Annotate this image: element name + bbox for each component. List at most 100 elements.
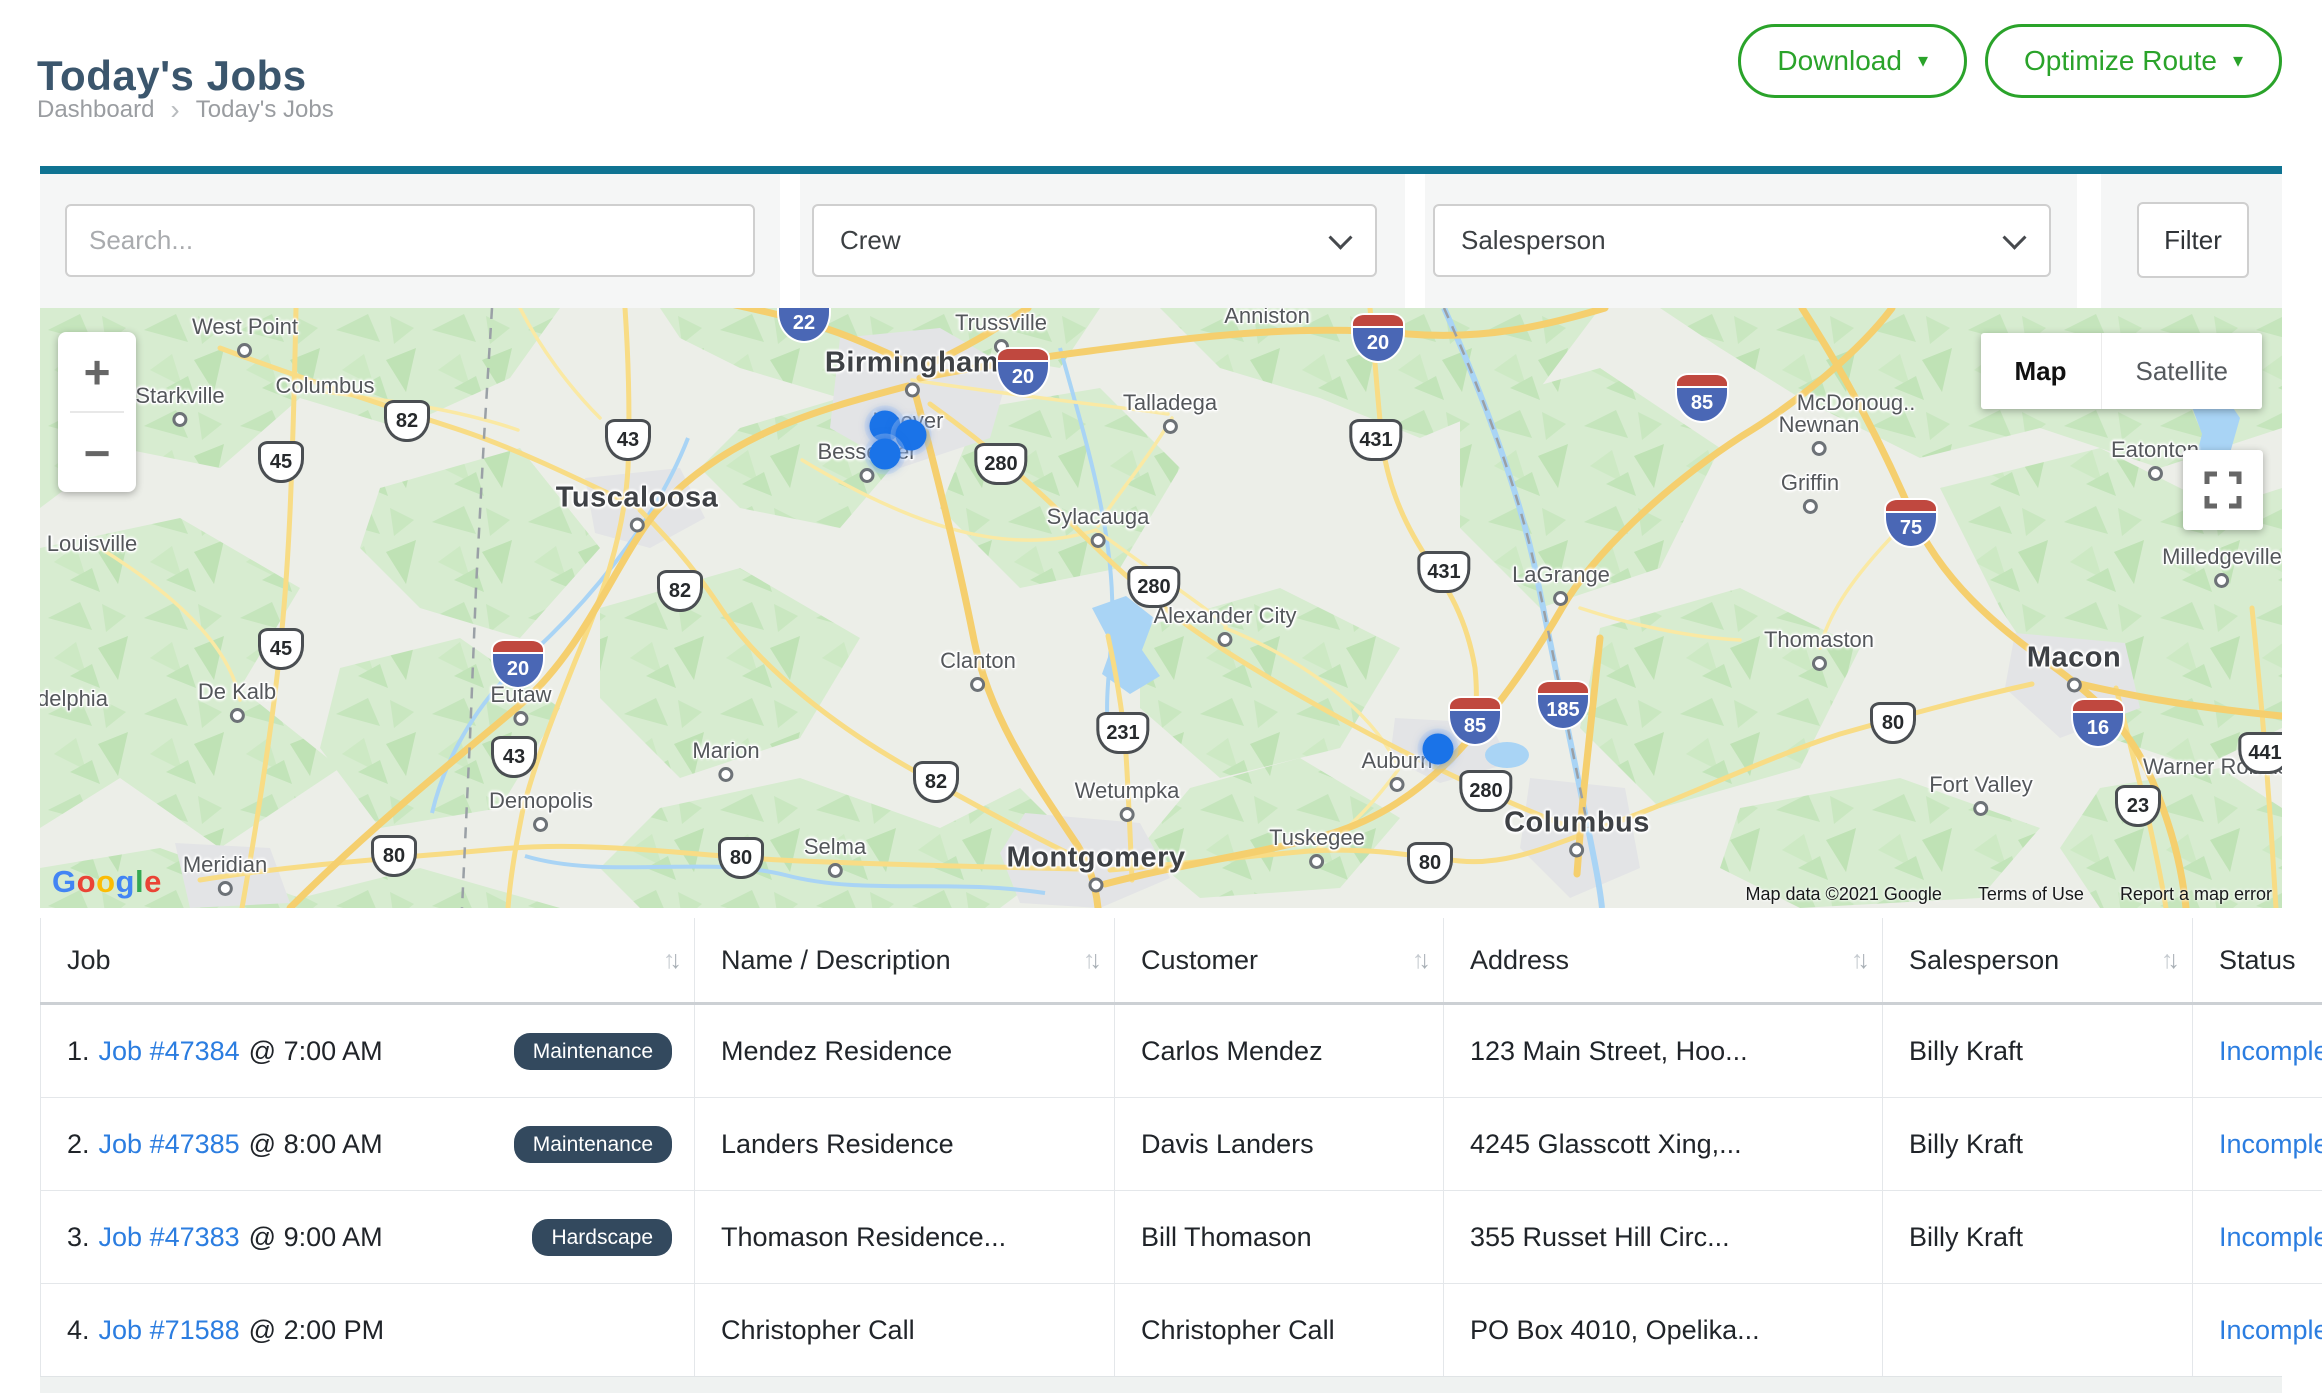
filter-button-section: Filter — [2101, 174, 2282, 308]
column-header[interactable]: Address ↑↓ — [1444, 918, 1883, 1004]
salesperson-cell: Billy Kraft — [1883, 1098, 2193, 1191]
status-link[interactable]: Incomplete — [2219, 1036, 2322, 1066]
sort-icon[interactable]: ↑↓ — [2161, 946, 2174, 975]
salesperson-select[interactable]: Salesperson — [1433, 204, 2051, 277]
breadcrumb-separator-icon: › — [170, 96, 179, 124]
job-link[interactable]: Job #47385 — [99, 1129, 240, 1160]
google-logo[interactable]: Google — [52, 864, 162, 900]
job-link[interactable]: Job #47383 — [99, 1222, 240, 1253]
column-header[interactable]: Customer ↑↓ — [1115, 918, 1444, 1004]
table-row: 1. Job #47384 @ 7:00 AM Maintenance Mend… — [41, 1004, 2322, 1098]
column-header-label: Customer — [1141, 945, 1258, 976]
table-row: 3. Job #47383 @ 9:00 AM Hardscape Thomas… — [41, 1191, 2322, 1284]
report-map-error-link[interactable]: Report a map error — [2120, 884, 2272, 905]
map-type-map-button[interactable]: Map — [1981, 333, 2101, 409]
job-time: @ 2:00 PM — [249, 1315, 384, 1346]
column-header-label: Address — [1470, 945, 1569, 976]
map-type-satellite-button[interactable]: Satellite — [2101, 333, 2263, 409]
job-number: 3. — [67, 1222, 90, 1253]
customer-cell: Bill Thomason — [1115, 1191, 1444, 1284]
job-time: @ 7:00 AM — [249, 1036, 383, 1067]
filter-bar: Crew Salesperson Filter — [40, 174, 2282, 308]
column-header-label: Status — [2219, 945, 2296, 976]
chevron-down-icon: ▾ — [2233, 51, 2243, 71]
address-cell: 4245 Glasscott Xing,... — [1444, 1098, 1883, 1191]
job-number: 1. — [67, 1036, 90, 1067]
job-number: 2. — [67, 1129, 90, 1160]
jobs-table-section: Job ↑↓ Name / Description ↑↓ — [40, 918, 2282, 1393]
job-map-marker[interactable] — [870, 439, 901, 470]
breadcrumb-dashboard-link[interactable]: Dashboard — [37, 96, 154, 124]
column-header[interactable]: Name / Description ↑↓ — [695, 918, 1115, 1004]
job-type-badge: Maintenance — [514, 1126, 672, 1163]
map-zoom-control: + − — [58, 332, 136, 492]
optimize-route-button-label: Optimize Route — [2024, 45, 2217, 77]
salesperson-section: Salesperson — [1425, 174, 2077, 308]
job-time: @ 8:00 AM — [249, 1129, 383, 1160]
google-logo-letter: G — [52, 864, 77, 899]
google-logo-letter: o — [77, 864, 96, 899]
crew-select-value: Crew — [840, 225, 901, 256]
terms-of-use-link[interactable]: Terms of Use — [1978, 884, 2084, 905]
job-type-badge: Hardscape — [532, 1219, 672, 1256]
job-cell: 4. Job #71588 @ 2:00 PM — [41, 1284, 695, 1377]
address-cell: PO Box 4010, Opelika... — [1444, 1284, 1883, 1377]
status-cell: Incomplete — [2193, 1098, 2322, 1191]
search-input[interactable] — [65, 204, 755, 277]
crew-section: Crew — [800, 174, 1405, 308]
customer-cell: Carlos Mendez — [1115, 1004, 1444, 1098]
zoom-out-button[interactable]: − — [58, 413, 136, 492]
sort-icon[interactable]: ↑↓ — [1851, 946, 1864, 975]
job-link[interactable]: Job #47384 — [99, 1036, 240, 1067]
map[interactable]: West Point Columbus Starkville Trussvill… — [40, 308, 2282, 908]
google-logo-letter: o — [96, 864, 115, 899]
sort-icon[interactable]: ↑↓ — [1412, 946, 1425, 975]
download-button[interactable]: Download ▾ — [1738, 24, 1967, 98]
sort-icon[interactable]: ↑↓ — [1083, 946, 1096, 975]
breadcrumb-current: Today's Jobs — [196, 96, 334, 124]
chevron-down-icon: ▾ — [1918, 51, 1928, 71]
status-link[interactable]: Incomplete — [2219, 1315, 2322, 1345]
salesperson-cell: Billy Kraft — [1883, 1004, 2193, 1098]
column-header-label: Name / Description — [721, 945, 951, 976]
fullscreen-button[interactable] — [2183, 450, 2263, 530]
name-cell: Christopher Call — [695, 1284, 1115, 1377]
jobs-table: Job ↑↓ Name / Description ↑↓ — [40, 918, 2322, 1376]
job-cell: 3. Job #47383 @ 9:00 AM Hardscape — [41, 1191, 695, 1284]
status-cell: Incomplete — [2193, 1004, 2322, 1098]
table-row: 4. Job #71588 @ 2:00 PM Christopher Call… — [41, 1284, 2322, 1377]
optimize-route-button[interactable]: Optimize Route ▾ — [1985, 24, 2282, 98]
filter-button[interactable]: Filter — [2137, 202, 2249, 278]
name-cell: Mendez Residence — [695, 1004, 1115, 1098]
status-cell: Incomplete — [2193, 1284, 2322, 1377]
download-button-label: Download — [1777, 45, 1902, 77]
toolbar: Download ▾ Optimize Route ▾ — [1738, 24, 2282, 98]
job-cell: 2. Job #47385 @ 8:00 AM Maintenance — [41, 1098, 695, 1191]
crew-select[interactable]: Crew — [812, 204, 1377, 277]
zoom-in-button[interactable]: + — [58, 332, 136, 411]
job-number: 4. — [67, 1315, 90, 1346]
column-header[interactable]: Job ↑↓ — [41, 918, 695, 1004]
sort-icon[interactable]: ↑↓ — [663, 946, 676, 975]
job-map-marker[interactable] — [896, 420, 927, 451]
google-logo-letter: l — [135, 864, 144, 899]
column-header-label: Job — [67, 945, 111, 976]
status-link[interactable]: Incomplete — [2219, 1129, 2322, 1159]
status-link[interactable]: Incomplete — [2219, 1222, 2322, 1252]
table-footer-strip — [40, 1376, 2282, 1393]
column-header[interactable]: Status ↑↓ — [2193, 918, 2322, 1004]
today-jobs-page: Today's Jobs Dashboard › Today's Jobs Do… — [0, 0, 2322, 1388]
breadcrumb: Dashboard › Today's Jobs — [37, 96, 334, 124]
job-type-badge: Maintenance — [514, 1033, 672, 1070]
map-type-toggle: Map Satellite — [1981, 333, 2263, 409]
chevron-down-icon — [1328, 226, 1352, 250]
accent-divider-bar — [40, 166, 2282, 174]
column-header-label: Salesperson — [1909, 945, 2059, 976]
jobs-table-body: 1. Job #47384 @ 7:00 AM Maintenance Mend… — [41, 1004, 2322, 1377]
job-link[interactable]: Job #71588 — [99, 1315, 240, 1346]
job-time: @ 9:00 AM — [249, 1222, 383, 1253]
name-cell: Landers Residence — [695, 1098, 1115, 1191]
status-cell: Incomplete — [2193, 1191, 2322, 1284]
job-map-marker[interactable] — [1423, 734, 1454, 765]
column-header[interactable]: Salesperson ↑↓ — [1883, 918, 2193, 1004]
